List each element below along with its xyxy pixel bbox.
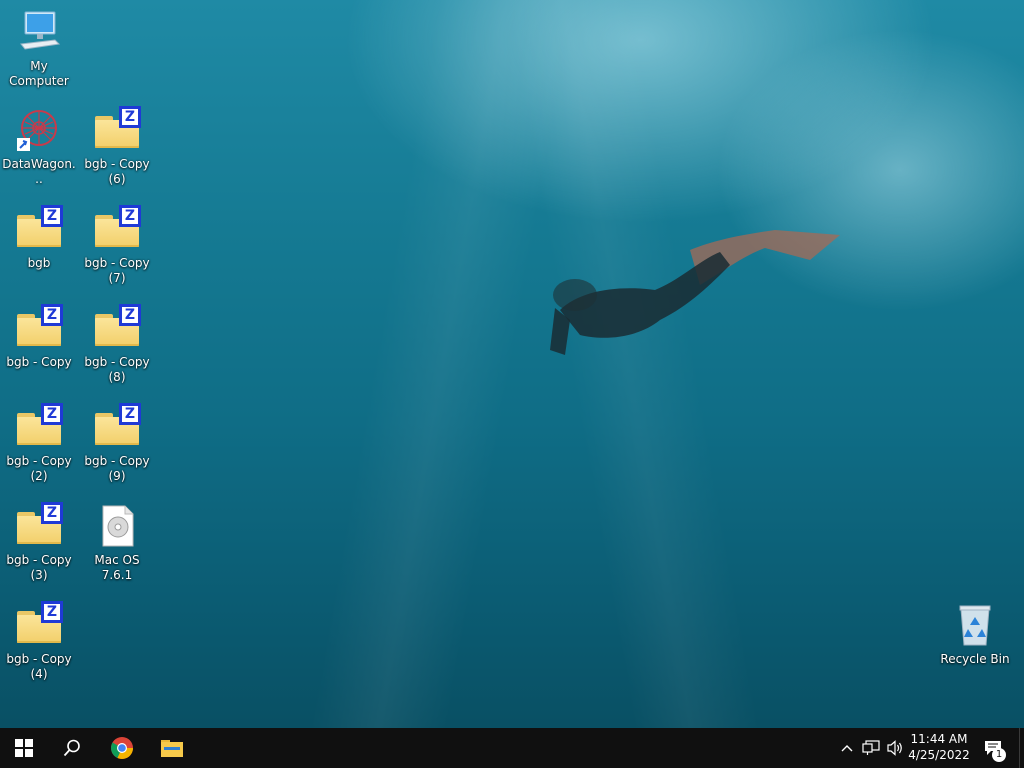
clock-time: 11:44 AM [910, 732, 968, 746]
icon-label: Mac OS 7.6.1 [94, 553, 140, 582]
chrome-icon [111, 737, 133, 759]
icon-label: bgb - Copy (9) [84, 454, 150, 483]
z-badge-icon: Z [119, 403, 141, 425]
icon-label: Recycle Bin [940, 652, 1010, 666]
taskbar-clock[interactable]: 11:44 AM 4/25/2022 [900, 731, 978, 763]
show-desktop-button[interactable] [1019, 728, 1024, 768]
notification-count-badge: 1 [992, 748, 1006, 762]
desktop-icon-mac-os[interactable]: Mac OS 7.6.1 [79, 502, 155, 583]
desktop-icon-bgb-copy-8[interactable]: Z bgb - Copy (8) [79, 304, 155, 385]
icon-label: bgb - Copy (7) [84, 256, 150, 285]
z-badge-icon: Z [41, 304, 63, 326]
z-badge-icon: Z [41, 403, 63, 425]
icon-label: DataWagon... [2, 157, 76, 186]
search-button[interactable] [48, 728, 96, 768]
windows-start-icon [15, 739, 33, 757]
clock-date: 4/25/2022 [908, 748, 970, 762]
file-explorer-icon [161, 740, 183, 757]
desktop-icon-bgb-copy[interactable]: Z bgb - Copy [1, 304, 77, 370]
desktop-icon-bgb-copy-7[interactable]: Z bgb - Copy (7) [79, 205, 155, 286]
z-badge-icon: Z [119, 205, 141, 227]
datawagon-icon [17, 110, 57, 151]
z-badge-icon: Z [119, 304, 141, 326]
taskbar-file-explorer-button[interactable] [148, 728, 196, 768]
z-badge-icon: Z [119, 106, 141, 128]
icon-label: bgb - Copy (2) [6, 454, 72, 483]
disc-image-file-icon [102, 505, 134, 547]
computer-icon [20, 11, 61, 50]
tray-overflow-button[interactable] [838, 728, 856, 768]
desktop-icon-recycle-bin[interactable]: Recycle Bin [937, 601, 1013, 667]
chevron-up-icon [841, 745, 853, 752]
icon-label: bgb - Copy (6) [84, 157, 150, 186]
icon-label: bgb - Copy (4) [6, 652, 72, 681]
network-button[interactable] [860, 728, 882, 768]
taskbar: 11:44 AM 4/25/2022 [0, 728, 1024, 768]
z-badge-icon: Z [41, 205, 63, 227]
recycle-bin-icon [959, 605, 991, 646]
icon-label: bgb - Copy [6, 355, 72, 369]
desktop-icon-datawagon[interactable]: DataWagon... [1, 106, 77, 187]
desktop-icon-bgb-copy-6[interactable]: Z bgb - Copy (6) [79, 106, 155, 187]
z-badge-icon: Z [41, 601, 63, 623]
desktop-icon-my-computer[interactable]: My Computer [1, 8, 77, 89]
desktop-icon-bgb-copy-2[interactable]: Z bgb - Copy (2) [1, 403, 77, 484]
desktop-icon-bgb-copy-3[interactable]: Z bgb - Copy (3) [1, 502, 77, 583]
start-button[interactable] [0, 728, 48, 768]
icon-label: bgb - Copy (8) [84, 355, 150, 384]
network-icon [862, 740, 880, 755]
taskbar-chrome-button[interactable] [98, 728, 146, 768]
desktop-icon-bgb-copy-4[interactable]: Z bgb - Copy (4) [1, 601, 77, 682]
search-icon [63, 739, 80, 757]
wallpaper-diver [550, 230, 840, 355]
desktop-icon-bgb-copy-9[interactable]: Z bgb - Copy (9) [79, 403, 155, 484]
z-badge-icon: Z [41, 502, 63, 524]
icon-label: bgb [27, 256, 51, 270]
desktop-icon-bgb[interactable]: Z bgb [1, 205, 77, 271]
icon-label: My Computer [9, 59, 69, 88]
icon-label: bgb - Copy (3) [6, 553, 72, 582]
